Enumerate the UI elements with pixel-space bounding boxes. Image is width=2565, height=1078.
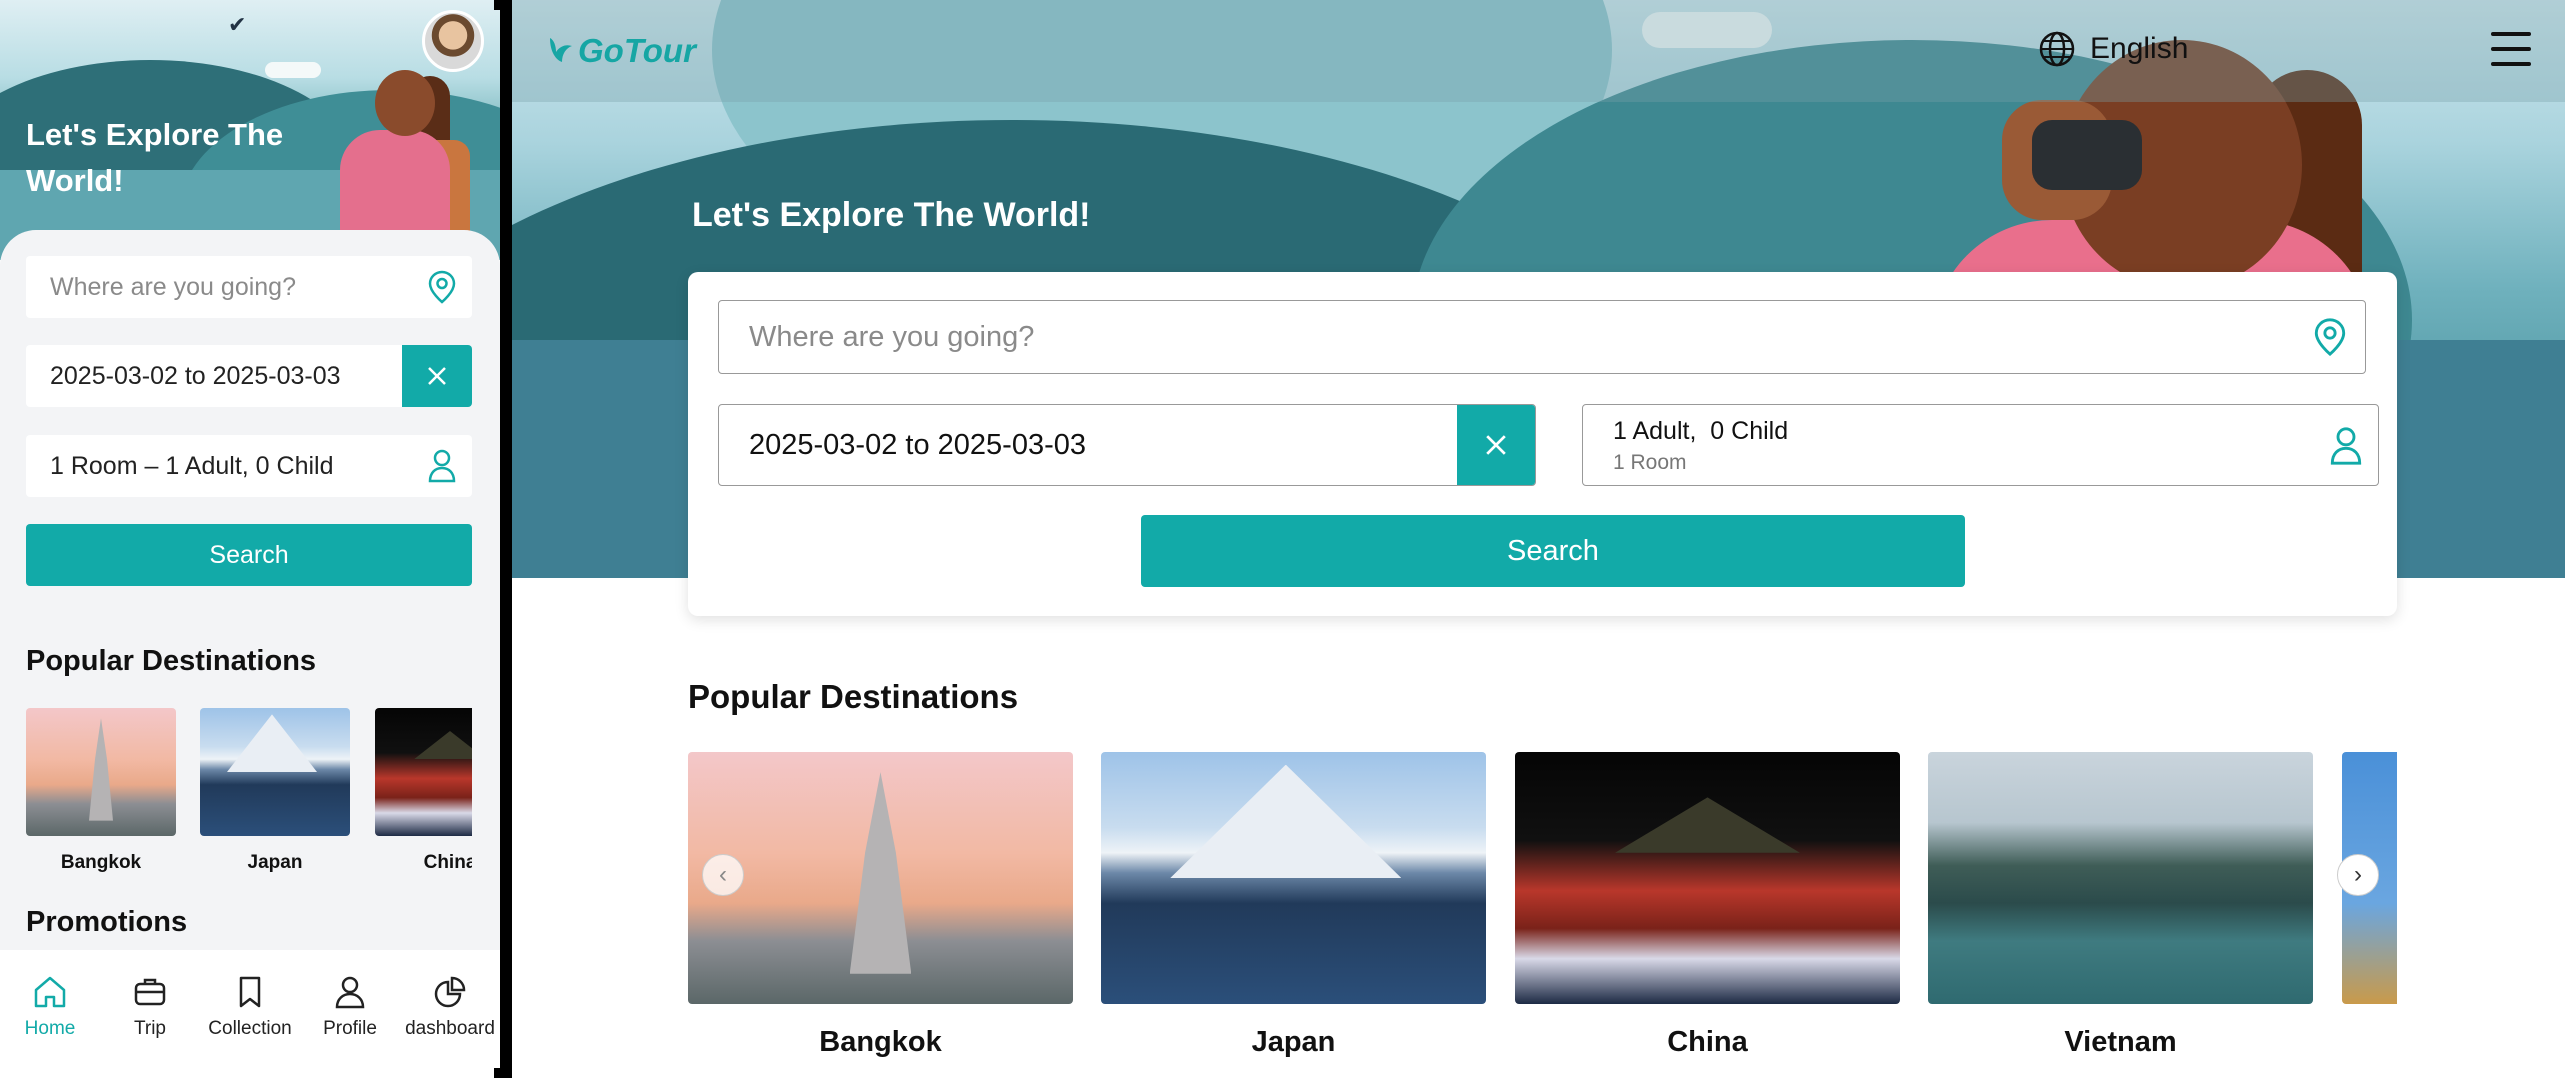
desktop-view: GoTour English Let's Explore The World! … xyxy=(512,0,2565,1078)
nav-item-profile[interactable]: Profile xyxy=(300,950,400,1078)
nav-item-collection[interactable]: Collection xyxy=(200,950,300,1078)
nav-label: Profile xyxy=(323,1018,377,1039)
destination-image xyxy=(1101,752,1486,1004)
bird-icon: ✔ xyxy=(228,12,247,37)
date-range-field[interactable]: 2025-03-02 to 2025-03-03 xyxy=(26,345,472,407)
bookmark-icon xyxy=(239,976,261,1008)
pie-chart-icon xyxy=(434,976,466,1008)
cloud-icon xyxy=(265,62,321,78)
mobile-view: ✔ Let's Explore The World! Where are you… xyxy=(0,0,500,1078)
carousel-next-button[interactable]: › xyxy=(2337,854,2379,896)
nav-item-trip[interactable]: Trip xyxy=(100,950,200,1078)
user-icon xyxy=(412,435,472,497)
destination-image xyxy=(375,708,472,836)
popular-destinations-heading: Popular Destinations xyxy=(688,678,1019,715)
language-selector[interactable]: English xyxy=(2038,30,2188,68)
popular-destinations-heading: Popular Destinations xyxy=(26,645,317,677)
destination-label: Vietnam xyxy=(2064,1026,2177,1058)
destination-input[interactable]: Where are you going? xyxy=(26,256,472,318)
destination-label: Japan xyxy=(247,852,303,873)
destination-label: China xyxy=(423,852,472,873)
guests-field[interactable]: 1 Adult, 0 Child 1 Room xyxy=(1582,404,2379,486)
destination-carousel: Bangkok Japan China Vietnam xyxy=(688,752,2397,1078)
logo[interactable]: GoTour xyxy=(546,32,696,70)
top-bar xyxy=(512,0,2565,102)
destination-label: Bangkok xyxy=(60,852,142,873)
chevron-left-icon: ‹ xyxy=(719,861,727,888)
close-icon xyxy=(1486,435,1506,455)
destination-placeholder: Where are you going? xyxy=(50,272,296,301)
bottom-nav: Home Trip Collection Profile dashboard xyxy=(0,950,500,1078)
nav-label: Home xyxy=(24,1018,76,1039)
clear-dates-button[interactable] xyxy=(1457,405,1535,485)
search-button[interactable]: Search xyxy=(1141,515,1965,587)
briefcase-icon xyxy=(134,978,166,1006)
search-card: Where are you going? 2025-03-02 to 2025-… xyxy=(688,272,2397,616)
page-title: Let's Explore The World! xyxy=(26,117,284,198)
logo-text: GoTour xyxy=(578,32,696,69)
destination-image xyxy=(1515,752,1900,1004)
page-title: Let's Explore The World! xyxy=(692,196,1091,234)
destination-label: China xyxy=(1667,1026,1748,1058)
nav-label: Collection xyxy=(208,1018,292,1039)
destination-placeholder: Where are you going? xyxy=(749,320,1035,353)
globe-icon xyxy=(2039,31,2075,67)
nav-label: Trip xyxy=(133,1018,167,1039)
destination-card[interactable]: Japan xyxy=(200,708,350,874)
clear-dates-button[interactable] xyxy=(402,345,472,407)
nav-label: dashboard xyxy=(405,1018,495,1039)
search-button[interactable]: Search xyxy=(26,524,472,586)
destination-label: Bangkok xyxy=(819,1026,942,1058)
date-range-value: 2025-03-02 to 2025-03-03 xyxy=(749,428,1086,461)
guests-field[interactable]: 1 Room – 1 Adult, 0 Child xyxy=(26,435,472,497)
user-icon xyxy=(335,976,365,1009)
destination-carousel: Bangkok Japan China xyxy=(26,708,472,878)
date-range-value: 2025-03-02 to 2025-03-03 xyxy=(50,361,341,390)
user-icon xyxy=(2330,425,2362,472)
home-icon xyxy=(34,976,66,1008)
chevron-right-icon: › xyxy=(2354,861,2362,888)
guests-value: 1 Adult, 0 Child xyxy=(1613,417,1789,445)
destination-card[interactable]: China xyxy=(1515,752,1900,1059)
destination-image xyxy=(26,708,176,836)
rooms-value: 1 Room xyxy=(1613,451,1687,474)
guests-value: 1 Room – 1 Adult, 0 Child xyxy=(50,451,334,480)
destination-card[interactable]: Japan xyxy=(1101,752,1486,1059)
destination-card[interactable]: China xyxy=(375,708,472,874)
nav-item-dashboard[interactable]: dashboard xyxy=(400,950,500,1078)
location-pin-icon xyxy=(412,256,472,318)
destination-card[interactable]: Vietnam xyxy=(1928,752,2313,1059)
close-icon xyxy=(428,367,446,385)
location-pin-icon xyxy=(2295,317,2365,357)
hamburger-menu-icon[interactable] xyxy=(2491,32,2531,66)
destination-image xyxy=(1928,752,2313,1004)
nav-item-home[interactable]: Home xyxy=(0,950,100,1078)
view-divider xyxy=(494,0,518,1078)
destination-image xyxy=(200,708,350,836)
destination-card[interactable]: Bangkok xyxy=(688,752,1073,1059)
destination-card[interactable]: Bangkok xyxy=(26,708,176,874)
avatar[interactable] xyxy=(422,10,484,72)
bird-logo-icon xyxy=(550,38,572,62)
language-label: English xyxy=(2090,32,2189,65)
destination-label: Japan xyxy=(1251,1026,1336,1058)
destination-image xyxy=(688,752,1073,1004)
promotions-heading: Promotions xyxy=(26,906,188,938)
carousel-prev-button[interactable]: ‹ xyxy=(702,854,744,896)
date-range-field[interactable]: 2025-03-02 to 2025-03-03 xyxy=(718,404,1536,486)
destination-input[interactable]: Where are you going? xyxy=(718,300,2366,374)
